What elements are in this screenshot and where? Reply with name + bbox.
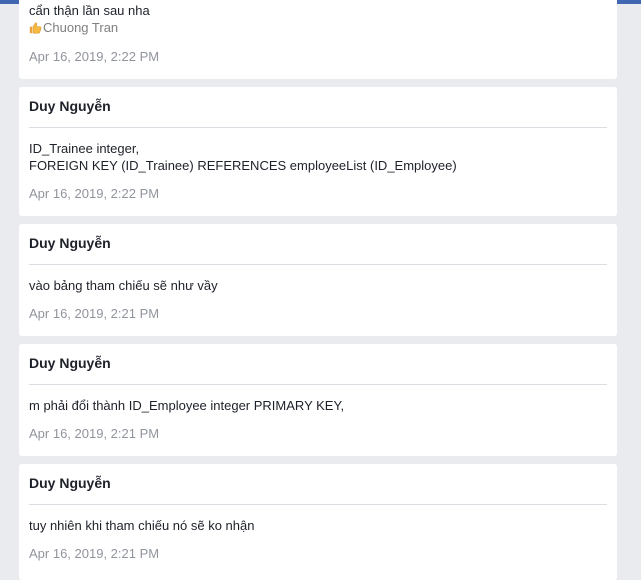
message-line: tuy nhiên khi tham chiếu nó sẽ ko nhận: [29, 518, 255, 533]
divider: [29, 384, 607, 385]
thumbs-up-icon: [29, 22, 42, 34]
message-card: Duy Nguyễn tuy nhiên khi tham chiếu nó s…: [19, 464, 617, 580]
author-name[interactable]: Duy Nguyễn: [29, 475, 111, 491]
author-name[interactable]: Duy Nguyễn: [29, 98, 111, 114]
signature-name: Chuong Tran: [43, 20, 119, 35]
message-body: m phải đổi thành ID_Employee integer PRI…: [29, 397, 344, 414]
message-card: Duy Nguyễn ID_Trainee integer, FOREIGN K…: [19, 87, 617, 216]
message-body: tuy nhiên khi tham chiếu nó sẽ ko nhận: [29, 517, 254, 534]
author-name[interactable]: Duy Nguyễn: [29, 355, 111, 371]
message-body: vào bảng tham chiếu sẽ như vầy: [29, 277, 218, 294]
message-timestamp[interactable]: Apr 16, 2019, 2:21 PM: [29, 426, 159, 441]
message-line: cẩn thận lần sau nha: [29, 3, 150, 18]
author-name[interactable]: Duy Nguyễn: [29, 235, 111, 251]
message-timestamp[interactable]: Apr 16, 2019, 2:22 PM: [29, 49, 159, 64]
message-card: Duy Nguyễn vào bảng tham chiếu sẽ như vầ…: [19, 224, 617, 336]
divider: [29, 127, 607, 128]
message-card: cẩn thận lần sau nha Chuong Tran Apr 16,…: [19, 0, 617, 79]
message-line: vào bảng tham chiếu sẽ như vầy: [29, 278, 218, 293]
message-line: m phải đổi thành ID_Employee integer PRI…: [29, 398, 345, 413]
message-body: cẩn thận lần sau nha Chuong Tran: [29, 2, 150, 36]
message-timestamp[interactable]: Apr 16, 2019, 2:21 PM: [29, 546, 159, 561]
divider: [29, 504, 607, 505]
message-line: FOREIGN KEY (ID_Trainee) REFERENCES empl…: [29, 158, 457, 173]
message-body: ID_Trainee integer, FOREIGN KEY (ID_Trai…: [29, 140, 457, 174]
divider: [29, 264, 607, 265]
message-card: Duy Nguyễn m phải đổi thành ID_Employee …: [19, 344, 617, 456]
message-timestamp[interactable]: Apr 16, 2019, 2:22 PM: [29, 186, 159, 201]
signature-line: Chuong Tran: [29, 19, 150, 36]
message-timestamp[interactable]: Apr 16, 2019, 2:21 PM: [29, 306, 159, 321]
message-line: ID_Trainee integer,: [29, 141, 140, 156]
